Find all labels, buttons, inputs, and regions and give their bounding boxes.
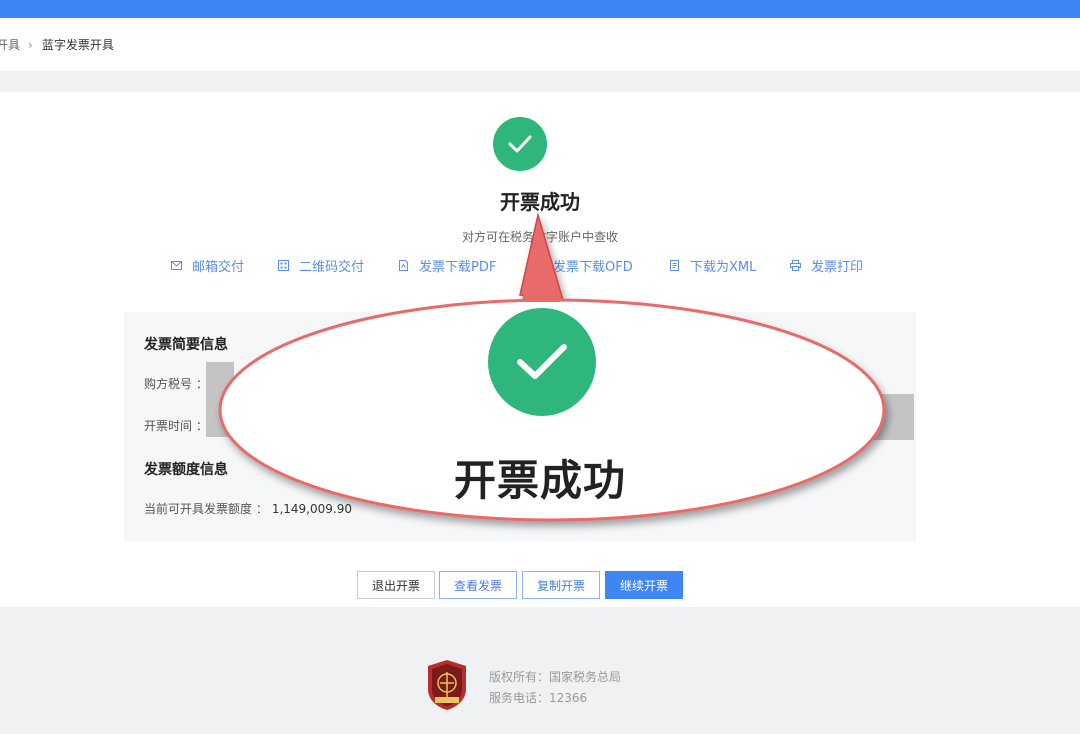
issue-time-field: 开票时间 ：	[144, 417, 208, 434]
delivery-actions: 邮箱交付 二维码交付 发票下载PDF 发票下载OFD 下载为XML 发票打印	[0, 256, 1080, 278]
breadcrumb-item-issue[interactable]: 开具	[0, 36, 20, 53]
file-xml-icon	[669, 260, 680, 271]
breadcrumb: 开具 › 蓝字发票开具	[0, 18, 1080, 71]
view-invoice-button[interactable]: 查看发票	[439, 571, 517, 599]
issue-time-label: 开票时间 ：	[144, 419, 208, 433]
file-pdf-icon	[398, 260, 409, 271]
result-title: 开票成功	[500, 190, 580, 214]
download-pdf-link[interactable]: 发票下载PDF	[398, 256, 496, 275]
continue-issuing-button[interactable]: 继续开票	[605, 571, 683, 599]
summary-section-title: 发票简要信息	[144, 337, 228, 353]
result-description: 对方可在税务数字账户中查收	[461, 230, 618, 244]
buyer-tax-id-field: 购方税号 ：	[144, 375, 208, 392]
download-xml-label: 下载为XML	[690, 260, 757, 275]
email-delivery-link[interactable]: 邮箱交付	[171, 256, 244, 275]
bottom-button-row: 退出开票 查看发票 复制开票 继续开票	[0, 571, 1080, 599]
breadcrumb-item-current: 蓝字发票开具	[41, 38, 114, 52]
redacted-block	[206, 362, 234, 437]
footer: 版权所有：国家税务总局 服务电话：12366	[0, 607, 1080, 734]
mail-icon	[171, 260, 182, 271]
footer-service-phone: 服务电话：12366	[489, 691, 588, 705]
exit-issuing-button[interactable]: 退出开票	[357, 571, 435, 599]
qrcode-icon	[278, 260, 289, 271]
download-xml-link[interactable]: 下载为XML	[669, 256, 756, 275]
zoomed-result-title: 开票成功	[453, 456, 626, 505]
redacted-block	[862, 394, 914, 440]
footer-copyright: 版权所有：国家税务总局	[489, 670, 622, 684]
qrcode-delivery-label: 二维码交付	[299, 260, 365, 275]
check-circle-icon	[493, 117, 547, 171]
file-ofd-icon	[532, 260, 543, 271]
print-invoice-link[interactable]: 发票打印	[790, 256, 863, 275]
zoomed-check-circle-icon	[488, 308, 596, 416]
chevron-right-icon: ›	[28, 37, 33, 52]
copy-issue-button[interactable]: 复制开票	[522, 571, 600, 599]
qrcode-delivery-link[interactable]: 二维码交付	[278, 256, 364, 275]
buyer-tax-id-label: 购方税号 ：	[144, 377, 208, 391]
download-ofd-link[interactable]: 发票下载OFD	[532, 256, 633, 275]
printer-icon	[790, 260, 801, 271]
download-ofd-label: 发票下载OFD	[553, 260, 633, 275]
tax-bureau-logo	[426, 659, 468, 711]
top-header-bar	[0, 0, 1080, 18]
print-invoice-label: 发票打印	[811, 260, 864, 275]
email-delivery-label: 邮箱交付	[192, 260, 245, 275]
download-pdf-label: 发票下载PDF	[419, 260, 497, 275]
